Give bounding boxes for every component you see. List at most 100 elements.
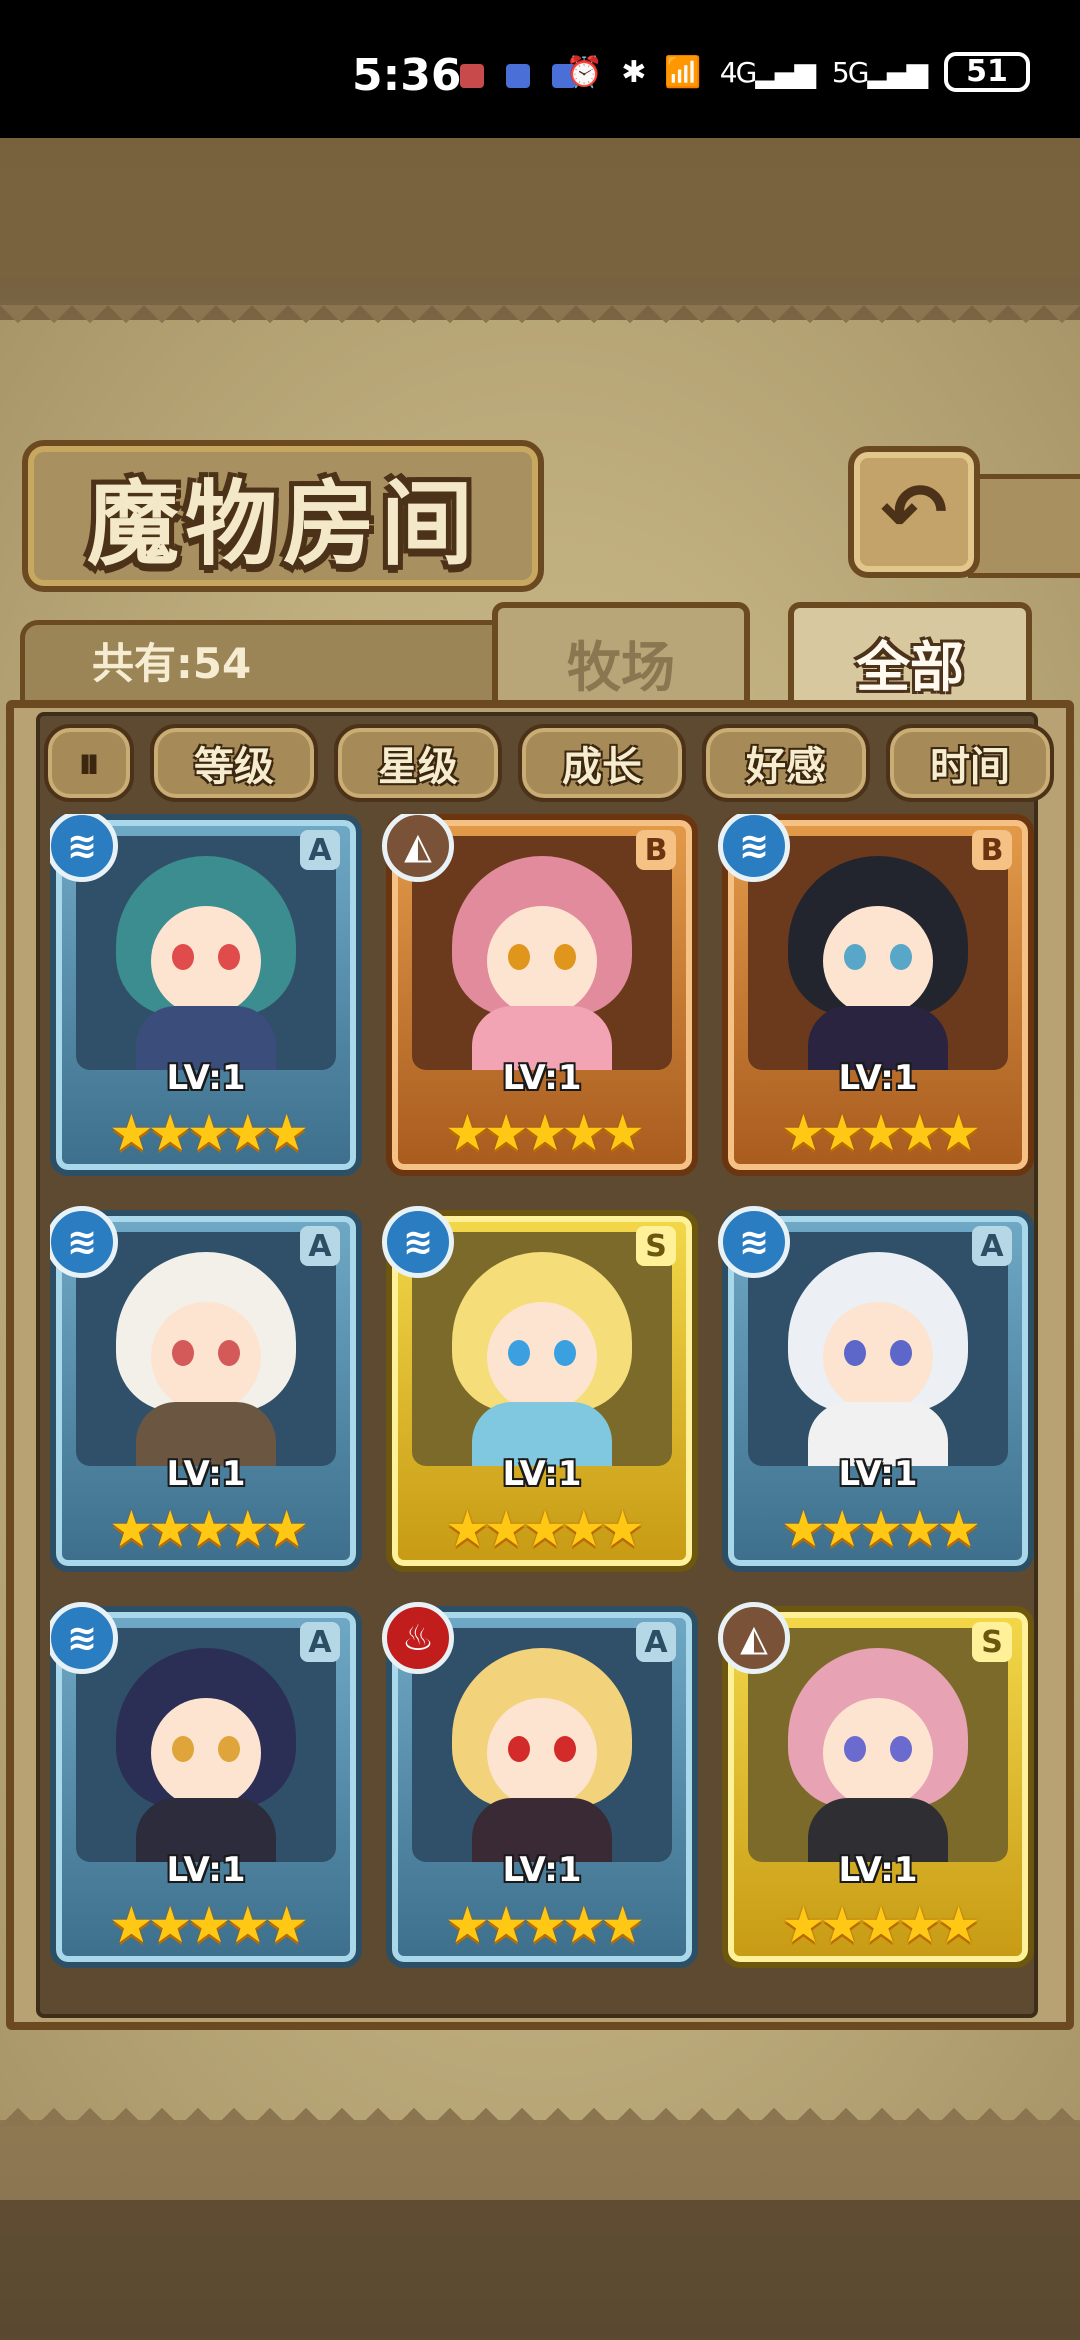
bluetooth-icon: ✱ bbox=[621, 54, 647, 90]
portrait-eye bbox=[508, 944, 530, 970]
sort-by-star-button[interactable]: 星级 bbox=[334, 724, 502, 802]
grade-badge: B bbox=[636, 830, 676, 870]
grade-badge: A bbox=[300, 1226, 340, 1266]
portrait-face bbox=[151, 906, 261, 1016]
monster-card[interactable]: ≋ A LV:1 ★★★★★ bbox=[50, 1602, 362, 1968]
monster-portrait bbox=[748, 1232, 1008, 1466]
star-rating: ★★★★★ bbox=[108, 1104, 309, 1162]
star-rating: ★★★★★ bbox=[108, 1500, 309, 1558]
sort-order-icon: ⏸ bbox=[78, 737, 100, 789]
level-label: LV:1 bbox=[838, 1058, 918, 1098]
portrait-eye bbox=[844, 1736, 866, 1762]
earth-element-icon: ◭ bbox=[718, 1602, 790, 1674]
grade-badge: S bbox=[972, 1622, 1012, 1662]
level-label: LV:1 bbox=[502, 1058, 582, 1098]
portrait-eye bbox=[554, 1340, 576, 1366]
monster-card[interactable]: ♨ A LV:1 ★★★★★ bbox=[382, 1602, 698, 1968]
monster-card[interactable]: ◭ S LV:1 ★★★★★ bbox=[718, 1602, 1034, 1968]
grade-badge: A bbox=[300, 1622, 340, 1662]
sort-order-toggle-button[interactable]: ⏸ bbox=[44, 724, 134, 802]
grade-badge: B bbox=[972, 830, 1012, 870]
portrait-face bbox=[823, 1302, 933, 1412]
portrait-face bbox=[487, 906, 597, 1016]
sort-by-time-button[interactable]: 时间 bbox=[886, 724, 1054, 802]
map-band-top bbox=[0, 138, 1080, 278]
water-element-icon: ≋ bbox=[718, 1206, 790, 1278]
page-title: 魔物房间 bbox=[86, 470, 479, 578]
tab-all[interactable]: 全部 bbox=[788, 602, 1032, 716]
portrait-eye bbox=[844, 944, 866, 970]
sort-by-level-button[interactable]: 等级 bbox=[150, 724, 318, 802]
monster-card[interactable]: ≋ A LV:1 ★★★★★ bbox=[50, 814, 362, 1176]
notification-icon bbox=[460, 64, 484, 88]
wifi-icon: 📶 bbox=[664, 54, 702, 90]
monster-portrait bbox=[748, 836, 1008, 1070]
monster-portrait bbox=[748, 1628, 1008, 1862]
monster-portrait bbox=[412, 836, 672, 1070]
water-element-icon: ≋ bbox=[382, 1206, 454, 1278]
portrait-eye bbox=[890, 1340, 912, 1366]
portrait-face bbox=[487, 1698, 597, 1808]
monster-card[interactable]: ≋ A LV:1 ★★★★★ bbox=[50, 1206, 362, 1572]
sort-bar: ⏸ 等级 星级 成长 好感 时间 bbox=[44, 724, 1054, 802]
star-rating: ★★★★★ bbox=[444, 1104, 645, 1162]
battery-indicator: 51 bbox=[944, 52, 1030, 92]
fire-element-icon: ♨ bbox=[382, 1602, 454, 1674]
level-label: LV:1 bbox=[166, 1850, 246, 1890]
signal-5g-icon: 5G▂▄▆ bbox=[831, 55, 928, 89]
portrait-eye bbox=[844, 1340, 866, 1366]
star-rating: ★★★★★ bbox=[780, 1500, 981, 1558]
portrait-eye bbox=[890, 1736, 912, 1762]
grade-badge: S bbox=[636, 1226, 676, 1266]
grade-badge: A bbox=[636, 1622, 676, 1662]
portrait-eye bbox=[172, 1736, 194, 1762]
back-icon: ↶ bbox=[880, 465, 948, 559]
star-rating: ★★★★★ bbox=[444, 1500, 645, 1558]
sort-by-growth-button[interactable]: 成长 bbox=[518, 724, 686, 802]
monster-card[interactable]: ≋ A LV:1 ★★★★★ bbox=[718, 1206, 1034, 1572]
portrait-eye bbox=[508, 1736, 530, 1762]
level-label: LV:1 bbox=[838, 1850, 918, 1890]
portrait-face bbox=[487, 1302, 597, 1412]
zigzag-border-top bbox=[0, 305, 1080, 341]
portrait-eye bbox=[172, 1340, 194, 1366]
back-button-rail bbox=[968, 474, 1080, 578]
monster-count: 共有:54 bbox=[92, 639, 252, 688]
portrait-eye bbox=[218, 1340, 240, 1366]
monster-portrait bbox=[76, 1628, 336, 1862]
signal-4g-icon: 4G▂▄▆ bbox=[719, 55, 816, 89]
status-time: 5:36 bbox=[352, 50, 462, 101]
map-band-bottom bbox=[0, 2200, 1080, 2340]
level-label: LV:1 bbox=[502, 1454, 582, 1494]
monster-portrait bbox=[412, 1628, 672, 1862]
portrait-eye bbox=[218, 944, 240, 970]
star-rating: ★★★★★ bbox=[780, 1104, 981, 1162]
monster-card[interactable]: ≋ B LV:1 ★★★★★ bbox=[718, 814, 1034, 1176]
level-label: LV:1 bbox=[166, 1058, 246, 1098]
grade-badge: A bbox=[300, 830, 340, 870]
portrait-face bbox=[823, 906, 933, 1016]
monster-grid: ≋ A LV:1 ★★★★★ ◭ B LV:1 ★★★★★ ≋ B LV:1 ★★★★★ ≋ A LV:1 ★… bbox=[50, 814, 1040, 1994]
title-plaque: 魔物房间 bbox=[22, 440, 544, 592]
monster-portrait bbox=[412, 1232, 672, 1466]
portrait-eye bbox=[218, 1736, 240, 1762]
level-label: LV:1 bbox=[502, 1850, 582, 1890]
notification-icon bbox=[506, 64, 530, 88]
sort-by-affection-button[interactable]: 好感 bbox=[702, 724, 870, 802]
portrait-eye bbox=[508, 1340, 530, 1366]
star-rating: ★★★★★ bbox=[108, 1896, 309, 1954]
portrait-eye bbox=[890, 944, 912, 970]
notification-icons bbox=[460, 64, 576, 88]
level-label: LV:1 bbox=[838, 1454, 918, 1494]
tab-ranch[interactable]: 牧场 bbox=[492, 602, 750, 716]
monster-portrait bbox=[76, 1232, 336, 1466]
monster-card[interactable]: ◭ B LV:1 ★★★★★ bbox=[382, 814, 698, 1176]
portrait-eye bbox=[554, 1736, 576, 1762]
status-bar: 5:36 ⏰ ✱ 📶 4G▂▄▆ 5G▂▄▆ 51 bbox=[0, 0, 1080, 138]
monster-card[interactable]: ≋ S LV:1 ★★★★★ bbox=[382, 1206, 698, 1572]
portrait-face bbox=[151, 1302, 261, 1412]
back-button[interactable]: ↶ bbox=[848, 446, 980, 578]
zigzag-border-bottom bbox=[0, 2090, 1080, 2126]
grade-badge: A bbox=[972, 1226, 1012, 1266]
portrait-face bbox=[151, 1698, 261, 1808]
